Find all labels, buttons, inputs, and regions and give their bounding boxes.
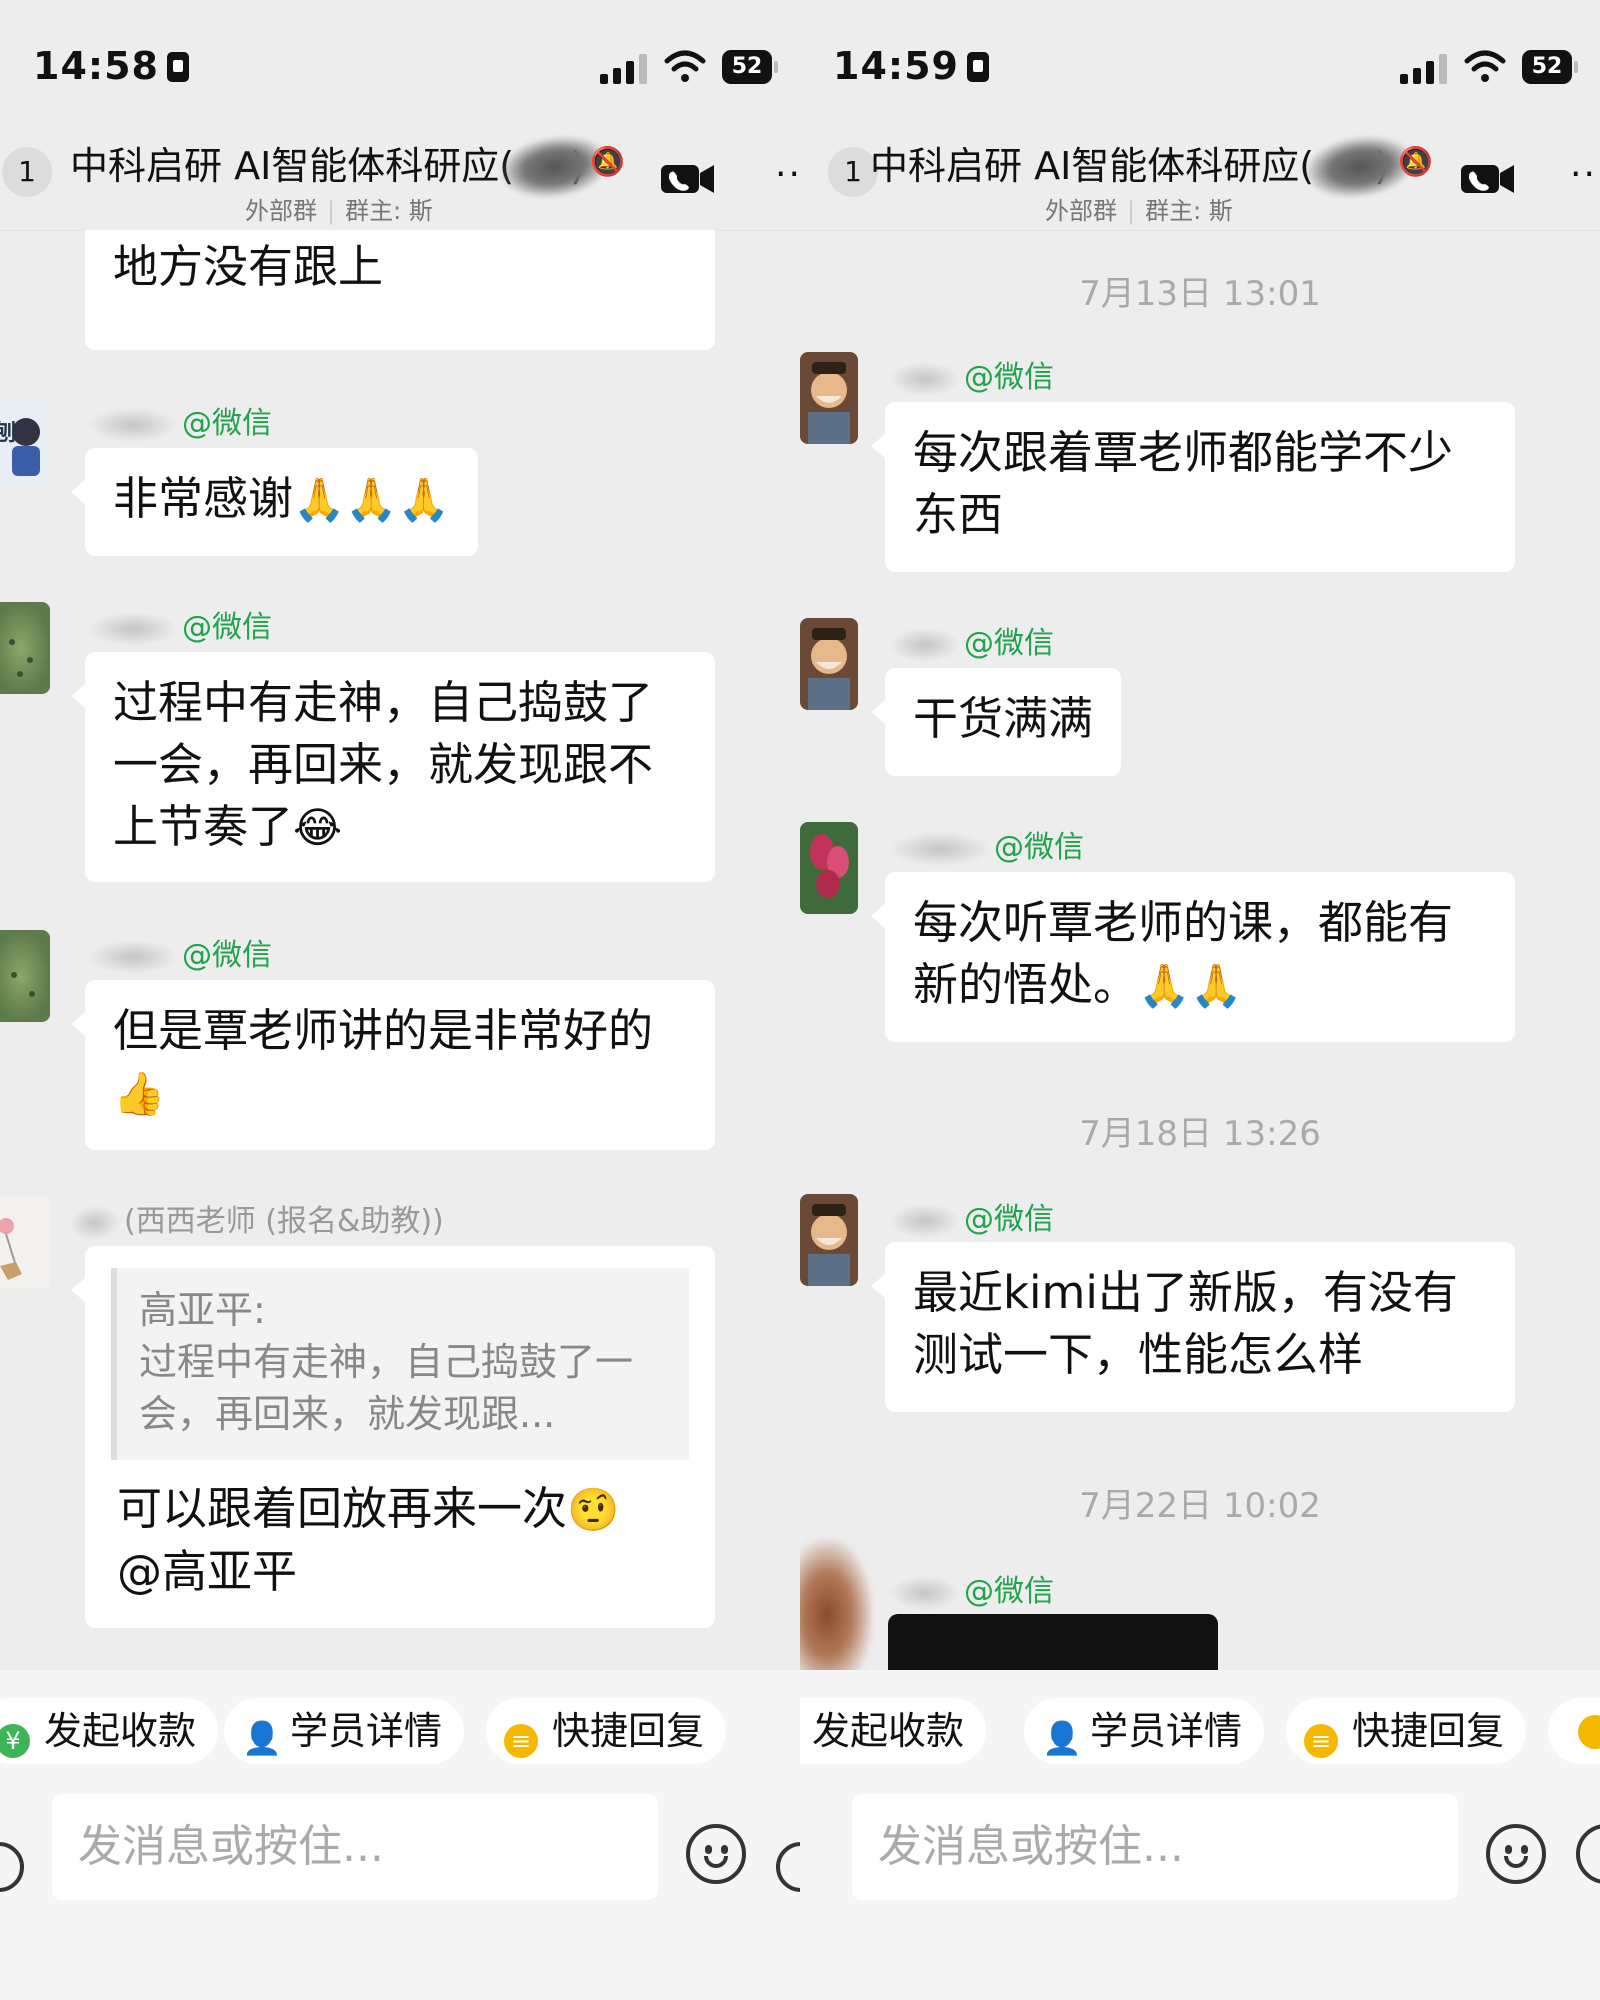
emoji: 🙏🙏 xyxy=(1138,961,1243,1010)
emoji: 🤨 xyxy=(567,1485,620,1534)
sender-name: (西西老师 (报名&助教)) xyxy=(70,1196,444,1240)
sender-name: @微信 xyxy=(88,930,272,974)
avatar[interactable] xyxy=(800,352,858,444)
more-icon[interactable]: ·· xyxy=(1570,157,1597,193)
quick-reply-icon xyxy=(1578,1715,1600,1749)
lock-icon xyxy=(166,52,189,82)
battery-icon: 52 xyxy=(1522,50,1578,84)
student-icon: 👤 xyxy=(242,1719,282,1757)
more-icon[interactable]: ·· xyxy=(800,165,801,185)
mute-icon: 🔕 xyxy=(1398,145,1433,178)
sender-name: @微信 xyxy=(88,602,272,646)
voice-icon[interactable] xyxy=(0,1842,24,1892)
student-icon: 👤 xyxy=(1042,1719,1082,1757)
video-call-icon[interactable] xyxy=(1460,159,1516,199)
signal-icon xyxy=(600,52,648,84)
message-input[interactable]: 发消息或按住... xyxy=(852,1794,1458,1900)
status-time: 14:58 xyxy=(33,44,189,88)
shortcut-bar: ¥发起收款 👤学员详情 ≡快捷回复 xyxy=(0,1670,800,1794)
emoji-icon[interactable] xyxy=(686,1824,746,1884)
quoted-message[interactable]: 高亚平: 过程中有走神，自己捣鼓了一会，再回来，就发现跟... xyxy=(111,1268,689,1460)
chat-subtitle: 外部群 | 群主: 斯 xyxy=(1045,197,1233,225)
status-bar: 14:59 52 xyxy=(800,0,1600,120)
message-bubble[interactable]: 过程中有走神，自己捣鼓了一会，再回来，就发现跟不上节奏了😂 xyxy=(71,652,715,882)
timestamp: 7月18日 13:26 xyxy=(1079,1114,1321,1154)
message-bubble[interactable]: 但是覃老师讲的是非常好的👍 xyxy=(71,980,715,1150)
message-input[interactable]: 发消息或按住... xyxy=(52,1794,658,1900)
avatar[interactable] xyxy=(800,822,858,914)
plus-icon[interactable] xyxy=(1576,1824,1600,1884)
right-screenshot: 14:59 52 ·· 1 中科启研 AI智能体科研应() 🔕 外部群|群主: … xyxy=(800,0,1600,2000)
message-text: 可以跟着回放再来一次🤨 @高亚平 xyxy=(117,1482,620,1598)
voice-icon[interactable] xyxy=(776,1842,800,1892)
emoji: 🙏🙏🙏 xyxy=(293,475,450,524)
more-shortcut-button[interactable] xyxy=(1548,1698,1600,1764)
status-bar: 14:58 52 xyxy=(0,0,800,120)
battery-icon: 52 xyxy=(722,50,778,84)
emoji: 😂 xyxy=(293,803,343,852)
chat-header: ·· 1 中科启研 AI智能体科研应() 🔕 外部群|群主: 斯 ·· xyxy=(800,115,1600,231)
quick-reply-button[interactable]: ≡ 快捷回复 xyxy=(486,1698,727,1764)
message-list: 上课的过程中，确实有不少地方没有跟上 刨 @微信 非常感谢🙏🙏🙏 @微信 过程中… xyxy=(0,230,800,1670)
message-bubble[interactable]: 非常感谢🙏🙏🙏 xyxy=(71,448,478,556)
message-bubble[interactable]: 每次跟着覃老师都能学不少东西 xyxy=(871,402,1515,572)
input-bar: 发消息或按住... xyxy=(0,1794,800,2000)
input-bar: 发消息或按住... xyxy=(800,1794,1600,2000)
sender-name: @微信 xyxy=(88,398,272,442)
quick-reply-icon: ≡ xyxy=(504,1724,538,1758)
collect-payment-button[interactable]: ¥发起收款 xyxy=(0,1698,219,1764)
sender-name: @微信 xyxy=(890,618,1054,662)
video-call-icon[interactable] xyxy=(660,159,716,199)
timestamp: 7月22日 10:02 xyxy=(1079,1486,1321,1526)
quote-text: 过程中有走神，自己捣鼓了一会，再回来，就发现跟... xyxy=(139,1340,634,1436)
message-bubble[interactable]: 每次听覃老师的课，都能有新的悟处。🙏🙏 xyxy=(871,872,1515,1042)
status-time: 14:59 xyxy=(833,44,989,88)
chat-header: 1 中科启研 AI智能体科研应() 🔕 外部群|群主: 斯 ·· xyxy=(0,115,800,231)
signal-icon xyxy=(1400,52,1448,84)
left-screenshot: 14:58 52 1 中科启研 AI智能体科研应() 🔕 外部群|群主: 斯 ·… xyxy=(0,0,800,2000)
back-unread-badge[interactable]: 1 xyxy=(2,147,52,197)
timestamp: 7月13日 13:01 xyxy=(1079,274,1321,314)
sender-name: @微信 xyxy=(890,822,1084,866)
payment-icon: ¥ xyxy=(0,1724,30,1758)
message-bubble[interactable]: 高亚平: 过程中有走神，自己捣鼓了一会，再回来，就发现跟... 可以跟着回放再来… xyxy=(71,1246,715,1628)
wifi-icon xyxy=(664,50,706,82)
avatar[interactable]: 刨 xyxy=(0,398,50,490)
shortcut-bar: ¥发起收款 👤学员详情 ≡快捷回复 xyxy=(800,1670,1600,1794)
image-message[interactable] xyxy=(888,1614,1218,1670)
emoji-icon[interactable] xyxy=(1486,1824,1546,1884)
avatar[interactable] xyxy=(800,618,858,710)
message-list: 7月13日 13:01 @微信 每次跟着覃老师都能学不少东西 @微信 干货满满 … xyxy=(800,230,1600,1670)
wifi-icon xyxy=(1464,50,1506,82)
avatar[interactable] xyxy=(800,1194,858,1286)
avatar[interactable] xyxy=(0,602,50,694)
quick-reply-icon: ≡ xyxy=(1304,1724,1338,1758)
sender-name: @微信 xyxy=(890,1194,1054,1238)
chat-subtitle: 外部群 | 群主: 斯 xyxy=(245,197,433,225)
sender-name: @微信 xyxy=(890,1566,1054,1610)
avatar[interactable] xyxy=(800,1540,872,1670)
mute-icon: 🔕 xyxy=(590,145,625,178)
message-bubble[interactable]: 干货满满 xyxy=(870,668,1122,776)
avatar[interactable] xyxy=(0,930,50,1022)
lock-icon xyxy=(966,52,989,82)
collect-payment-button[interactable]: ¥发起收款 xyxy=(800,1698,987,1764)
student-details-button[interactable]: 👤 学员详情 xyxy=(224,1698,465,1764)
emoji: 👍 xyxy=(113,1069,166,1118)
message-bubble[interactable]: 上课的过程中，确实有不少地方没有跟上 xyxy=(85,230,715,350)
quick-reply-button[interactable]: ≡ 快捷回复 xyxy=(1286,1698,1527,1764)
message-bubble[interactable]: 最近kimi出了新版，有没有测试一下，性能怎么样 xyxy=(871,1242,1515,1412)
avatar[interactable] xyxy=(0,1196,50,1288)
sender-name: @微信 xyxy=(890,352,1054,396)
more-icon[interactable]: ·· xyxy=(775,157,800,193)
quote-author: 高亚平: xyxy=(139,1288,266,1332)
student-details-button[interactable]: 👤 学员详情 xyxy=(1024,1698,1265,1764)
mention[interactable]: @高亚平 xyxy=(117,1545,297,1598)
svg-text:刨: 刨 xyxy=(0,420,16,446)
